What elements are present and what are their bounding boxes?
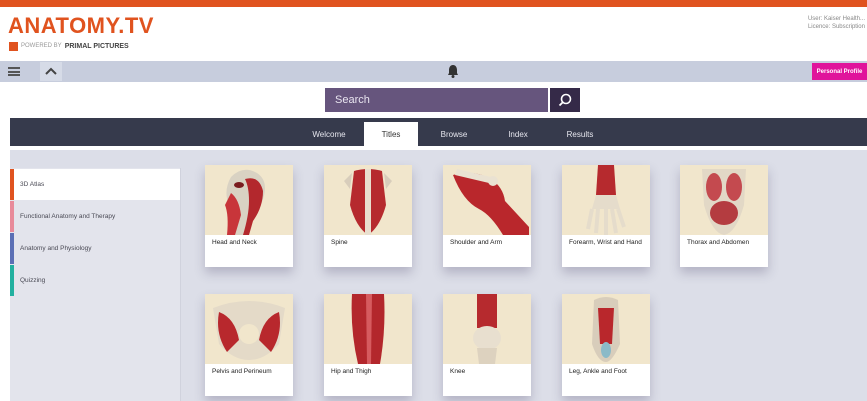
primal-pictures-icon [9,41,18,51]
collapse-button[interactable] [40,62,62,81]
chevron-up-icon [45,67,57,75]
sidebar-item-label: Functional Anatomy and Therapy [20,213,116,220]
title-card-shoulder-arm[interactable]: Shoulder and Arm [443,165,531,267]
sidebar-item-label: Quizzing [20,277,46,284]
sidebar-item-marker [10,233,14,264]
title-card-knee[interactable]: Knee [443,294,531,396]
top-accent-bar [0,0,867,7]
sidebar-item-marker [10,265,14,296]
search-icon [558,93,572,107]
user-info-line-2: Licence: Subscription [807,24,865,30]
shoulder-arm-thumbnail [443,165,531,235]
title-card-head-neck[interactable]: Head and Neck [205,165,293,267]
knee-thumbnail [443,294,531,364]
powered-by-brand: PRIMAL PICTURES [64,42,129,50]
pelvis-thumbnail [205,294,293,364]
sidebar-item-label: Anatomy and Physiology [20,245,92,252]
title-card-forearm-wrist-hand[interactable]: Forearm, Wrist and Hand [562,165,650,267]
tab-browse[interactable]: Browse [430,122,478,146]
title-label: Thorax and Abdomen [687,239,750,246]
forearm-thumbnail [562,165,650,235]
search-button[interactable] [550,88,580,112]
tab-index[interactable]: Index [496,122,540,146]
bell-icon[interactable] [447,64,459,83]
personal-profile-button[interactable]: Personal Profile [812,63,867,80]
sidebar-item-anatomy-physiology[interactable]: Anatomy and Physiology [10,233,180,264]
toolbar [0,61,867,82]
tab-results[interactable]: Results [554,122,606,146]
title-card-thorax-abdomen[interactable]: Thorax and Abdomen [680,165,768,267]
title-label: Hip and Thigh [331,368,372,375]
title-label: Pelvis and Perineum [212,368,272,375]
title-label: Spine [331,239,348,246]
thorax-thumbnail [680,165,768,235]
powered-by: POWERED BY PRIMAL PICTURES [9,41,129,51]
search-input[interactable] [325,88,548,112]
spine-thumbnail [324,165,412,235]
sidebar-item-marker [10,201,14,232]
sidebar-item-functional-anatomy[interactable]: Functional Anatomy and Therapy [10,201,180,232]
user-info-line-1: User: Kaiser Health... [807,16,865,22]
title-label: Shoulder and Arm [450,239,503,246]
sidebar-item-marker [10,169,14,200]
sidebar-item-label: 3D Atlas [20,181,45,188]
title-card-hip-thigh[interactable]: Hip and Thigh [324,294,412,396]
leg-ankle-foot-thumbnail [562,294,650,364]
title-label: Knee [450,368,466,375]
sidebar-item-quizzing[interactable]: Quizzing [10,265,180,296]
title-label: Forearm, Wrist and Hand [569,239,642,246]
title-label: Head and Neck [212,239,257,246]
tab-titles[interactable]: Titles [364,122,418,146]
hamburger-menu-icon[interactable] [8,67,20,76]
title-card-spine[interactable]: Spine [324,165,412,267]
user-info: User: Kaiser Health... Licence: Subscrip… [808,15,865,31]
anatomy-tv-logo[interactable]: ANATOMY.TV [8,13,154,39]
title-label: Leg, Ankle and Foot [569,368,627,375]
hip-thigh-thumbnail [324,294,412,364]
head-neck-thumbnail [205,165,293,235]
title-card-pelvis-perineum[interactable]: Pelvis and Perineum [205,294,293,396]
tab-welcome[interactable]: Welcome [300,122,358,146]
title-card-leg-ankle-foot[interactable]: Leg, Ankle and Foot [562,294,650,396]
sidebar-item-3d-atlas[interactable]: 3D Atlas [10,169,180,200]
powered-by-prefix: POWERED BY [21,43,62,49]
